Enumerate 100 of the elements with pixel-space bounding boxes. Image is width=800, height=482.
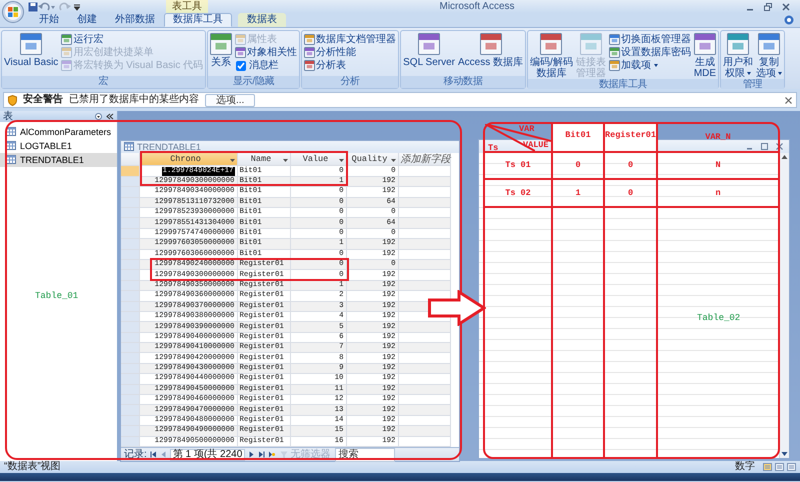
ribbon-tab[interactable]: 数据库工具 xyxy=(164,13,232,27)
row-selector[interactable] xyxy=(121,166,139,176)
window-icon xyxy=(235,34,246,45)
row-selector[interactable] xyxy=(121,404,139,416)
ribbon-button[interactable]: 关系 xyxy=(209,33,234,76)
row-selector[interactable] xyxy=(121,352,139,364)
row-selector[interactable] xyxy=(121,270,139,280)
customize-icon[interactable] xyxy=(74,2,80,10)
select-all-corner[interactable] xyxy=(121,152,139,166)
close-button[interactable] xyxy=(776,143,783,150)
group-label: 宏 xyxy=(2,76,206,88)
ribbon-button[interactable]: Visual Basic xyxy=(3,33,60,76)
annotation-cell: 0 xyxy=(605,153,658,180)
row-selector[interactable] xyxy=(121,228,139,239)
row-selector[interactable] xyxy=(121,259,139,270)
ribbon-button[interactable]: 复制 选项 xyxy=(755,33,784,79)
checkbox[interactable] xyxy=(236,60,246,70)
annotation-label: Table_01 xyxy=(35,291,78,302)
row-selector[interactable] xyxy=(121,311,139,322)
dropdown-icon[interactable] xyxy=(95,113,102,120)
next-record-button[interactable] xyxy=(248,451,256,458)
window-icon xyxy=(61,47,72,58)
row-selector[interactable] xyxy=(121,332,139,343)
view-button[interactable] xyxy=(775,463,784,471)
maximize-button[interactable] xyxy=(761,143,768,150)
window-icon xyxy=(608,60,620,71)
restore-button[interactable] xyxy=(764,2,772,10)
row-selector[interactable] xyxy=(121,374,139,384)
ribbon-button[interactable]: 分析性能 xyxy=(303,46,398,59)
row-selector[interactable] xyxy=(121,436,139,446)
ribbon-button[interactable]: 设置数据库密码 xyxy=(608,46,692,59)
annotation-label: Table_02 xyxy=(697,313,740,324)
scrollbar[interactable] xyxy=(779,153,789,458)
annotation-cell: n xyxy=(658,180,778,208)
collapse-icon[interactable] xyxy=(106,113,114,120)
previous-record-button[interactable] xyxy=(160,451,167,458)
row-selector[interactable] xyxy=(121,363,139,374)
save-icon[interactable] xyxy=(28,2,38,12)
annotation-cell: 0 xyxy=(553,153,605,180)
nav-item[interactable]: TRENDTABLE1 xyxy=(0,152,117,166)
ribbon-tab[interactable]: 创建 xyxy=(68,13,106,27)
ribbon-button[interactable]: 加载项 xyxy=(608,59,692,72)
ribbon-button[interactable]: 编码/解码 数据库 xyxy=(529,33,574,79)
window-icon xyxy=(540,33,562,55)
ribbon-tab[interactable]: 数据表 xyxy=(238,13,286,27)
checkbox-label[interactable]: 消息栏 xyxy=(248,59,280,72)
row-selector[interactable] xyxy=(121,384,139,395)
ribbon-button[interactable]: SQL Server xyxy=(402,33,456,76)
ribbon-button[interactable]: Access 数据库 xyxy=(457,33,524,76)
row-selector[interactable] xyxy=(121,249,139,260)
caret-icon[interactable] xyxy=(282,158,288,162)
new-record-button[interactable] xyxy=(268,451,276,458)
row-selector[interactable] xyxy=(121,415,139,426)
caret-icon[interactable] xyxy=(390,158,396,162)
window-icon xyxy=(61,34,72,45)
ribbon-button[interactable]: 数据库文档管理器 xyxy=(303,33,398,46)
caret-icon[interactable] xyxy=(338,158,344,162)
close-icon[interactable] xyxy=(785,96,792,104)
window-icon xyxy=(694,33,716,55)
row-selector[interactable] xyxy=(121,218,139,228)
help-icon[interactable] xyxy=(784,15,794,25)
nav-item[interactable]: AlCommonParameters xyxy=(0,124,117,138)
ribbon-button[interactable]: 分析表 xyxy=(303,59,398,72)
ribbon-button[interactable]: 生成 MDE xyxy=(692,33,718,79)
row-selector[interactable] xyxy=(121,342,139,353)
row-selector[interactable] xyxy=(121,301,139,312)
row-selector[interactable] xyxy=(121,186,139,198)
ribbon-button[interactable]: 对象相关性 xyxy=(234,46,298,59)
first-record-button[interactable] xyxy=(150,451,157,458)
row-selector[interactable] xyxy=(121,322,139,332)
row-selector[interactable] xyxy=(121,208,139,218)
scroll-down-icon[interactable] xyxy=(780,450,789,458)
close-button[interactable] xyxy=(782,2,790,10)
ribbon-button[interactable]: 切换面板管理器 xyxy=(608,33,692,46)
row-selector[interactable] xyxy=(121,426,139,436)
window-icon xyxy=(480,33,502,55)
last-record-button[interactable] xyxy=(258,451,266,458)
ribbon-tab[interactable]: 外部数据 xyxy=(106,13,164,27)
ribbon-button[interactable]: 用户和 权限 xyxy=(722,33,754,79)
view-button[interactable] xyxy=(787,463,796,471)
annotation-cell: Ts 01 xyxy=(485,153,553,180)
view-button[interactable] xyxy=(763,463,772,471)
column-header[interactable]: 添加新字段 xyxy=(398,152,450,166)
column-header[interactable]: Name xyxy=(237,152,290,166)
caret-icon[interactable] xyxy=(230,158,234,162)
undo-icon[interactable] xyxy=(38,2,56,12)
row-selector[interactable] xyxy=(121,197,139,208)
row-selector[interactable] xyxy=(121,394,139,405)
ribbon-tab[interactable]: 开始 xyxy=(30,13,68,27)
row-selector[interactable] xyxy=(121,280,139,291)
row-selector[interactable] xyxy=(121,290,139,302)
row-selector[interactable] xyxy=(121,238,139,250)
options-button[interactable]: 选项... xyxy=(205,94,256,106)
warning-title: 安全警告 xyxy=(23,94,63,106)
table-icon xyxy=(6,141,16,150)
nav-item[interactable]: LOGTABLE1 xyxy=(0,138,117,152)
ribbon-button[interactable]: 运行宏 xyxy=(60,33,204,46)
column-header[interactable]: Value xyxy=(290,152,346,166)
pane-title: 表 xyxy=(3,111,13,122)
row-selector[interactable] xyxy=(121,176,139,187)
